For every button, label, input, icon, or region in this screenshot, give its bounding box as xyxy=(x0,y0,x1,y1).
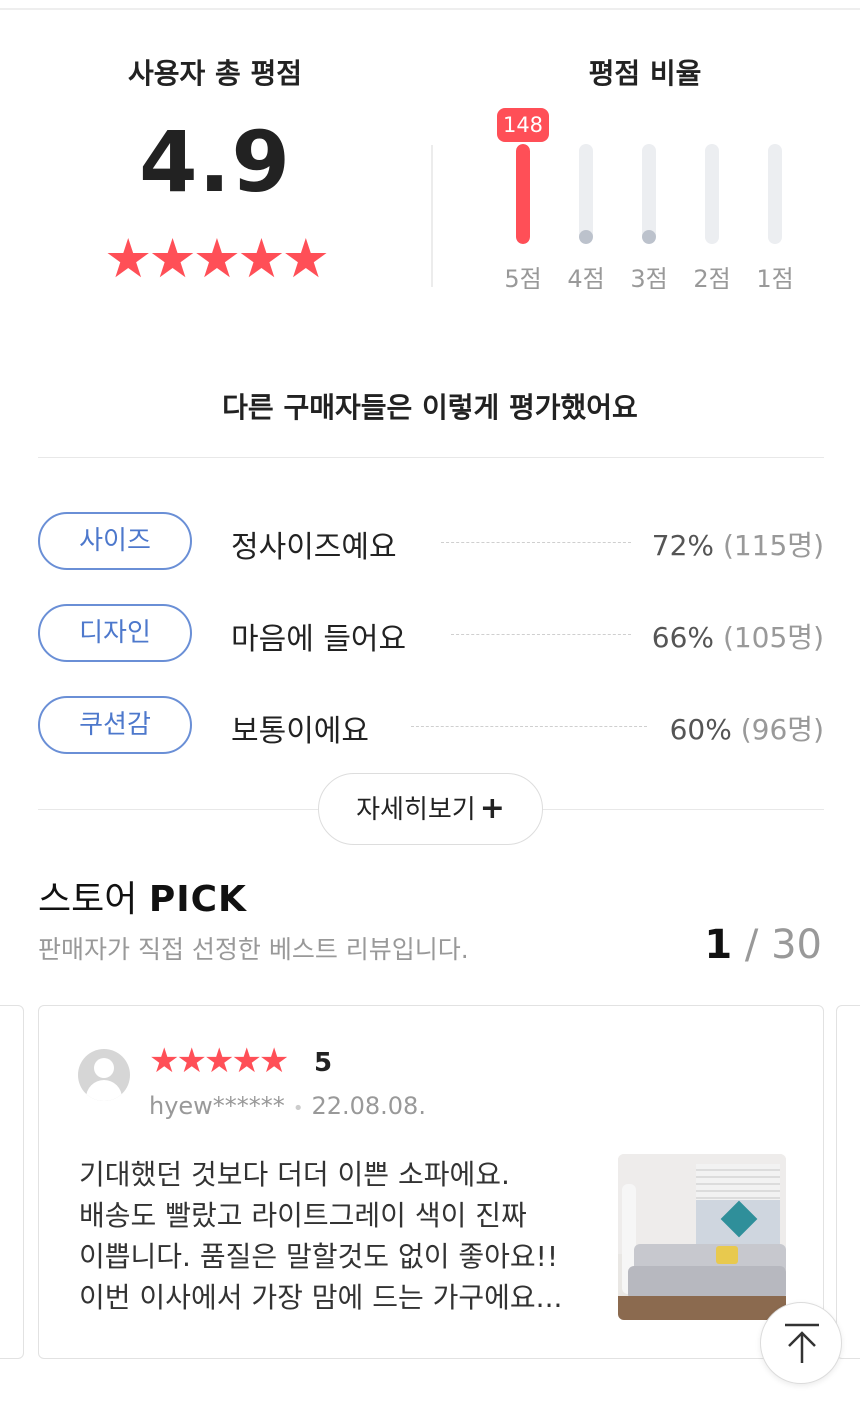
review-line: 이번 이사에서 가장 맘에 드는 가구에요... xyxy=(79,1281,563,1314)
pager-current: 1 xyxy=(704,922,733,968)
rating-bar-track xyxy=(642,144,656,244)
rating-bar-label: 5점 xyxy=(504,265,542,293)
pager-separator: / xyxy=(744,922,759,968)
rating-bar-fill xyxy=(579,230,593,244)
evaluation-row-cushion: 쿠션감 보통이에요 60% (96명) xyxy=(38,696,824,756)
evaluation-dotted-line xyxy=(411,726,647,727)
rating-bar-track xyxy=(768,144,782,244)
scroll-top-button[interactable] xyxy=(760,1302,842,1384)
evaluation-percent: 66% (105명) xyxy=(652,616,824,656)
store-pick-title: 스토어 PICK xyxy=(38,870,247,922)
review-date: 22.08.08. xyxy=(311,1092,426,1120)
review-stars-icon: ★★★★★ xyxy=(149,1041,289,1081)
review-photo[interactable] xyxy=(618,1154,786,1320)
evaluation-text: 정사이즈예요 xyxy=(231,530,397,565)
see-more-button[interactable]: 자세히보기 + xyxy=(318,773,543,845)
store-pick-subtitle: 판매자가 직접 선정한 베스트 리뷰입니다. xyxy=(38,935,469,964)
rating-bar-fill xyxy=(642,230,656,244)
review-score: 5 xyxy=(314,1048,333,1078)
total-rating-title: 사용자 총 평점 xyxy=(127,57,303,90)
evaluation-row-design: 디자인 마음에 들어요 66% (105명) xyxy=(38,604,824,664)
previous-review-card[interactable] xyxy=(0,1005,24,1359)
evaluation-title: 다른 구매자들은 이렇게 평가했어요 xyxy=(222,391,638,424)
rating-bar-label: 1점 xyxy=(756,265,794,293)
see-more-label: 자세히보기 xyxy=(356,795,476,825)
review-card[interactable]: ★★★★★ 5 hyew****** • 22.08.08. 기대했던 것보다 더더… xyxy=(38,1005,824,1359)
arrow-up-icon xyxy=(785,1323,819,1363)
total-rating-score: 4.9 xyxy=(139,113,291,211)
rating-bar-label: 4점 xyxy=(567,265,605,293)
evaluation-tag[interactable]: 쿠션감 xyxy=(38,696,192,754)
evaluation-tag[interactable]: 사이즈 xyxy=(38,512,192,570)
rating-bar-fill xyxy=(516,144,530,244)
rating-bar-track xyxy=(705,144,719,244)
avatar-body-shape xyxy=(86,1080,122,1101)
evaluation-text: 마음에 들어요 xyxy=(231,622,407,657)
evaluation-percent-value: 72% xyxy=(651,529,715,562)
top-divider xyxy=(0,8,860,10)
photo-pillow xyxy=(716,1246,738,1264)
evaluation-row-size: 사이즈 정사이즈예요 72% (115명) xyxy=(38,512,824,572)
rating-bar-track xyxy=(516,144,530,244)
store-pick-title-strong: PICK xyxy=(148,879,247,920)
photo-blind xyxy=(696,1164,780,1200)
rating-ratio-title: 평점 비율 xyxy=(588,57,702,90)
evaluation-text: 보통이에요 xyxy=(231,714,369,749)
review-meta: hyew****** • 22.08.08. xyxy=(149,1092,426,1120)
meta-separator-icon: • xyxy=(292,1098,304,1119)
photo-sofa-seat xyxy=(628,1266,786,1300)
plus-icon: + xyxy=(479,791,505,826)
evaluation-count: (96명) xyxy=(740,713,824,746)
evaluation-percent-value: 60% xyxy=(669,713,732,746)
top-count-badge: 148 xyxy=(497,108,549,142)
evaluation-dotted-line xyxy=(451,634,631,635)
total-rating-stars-icon: ★★★★★ xyxy=(103,227,330,290)
rating-bar-track xyxy=(579,144,593,244)
evaluation-percent: 60% (96명) xyxy=(670,708,824,748)
summary-divider xyxy=(431,145,433,287)
review-pager: 1 / 30 xyxy=(704,922,822,968)
store-pick-title-prefix: 스토어 xyxy=(38,879,138,920)
evaluation-tag[interactable]: 디자인 xyxy=(38,604,192,662)
rating-summary: 사용자 총 평점 4.9 ★★★★★ 평점 비율 148 5점 4점 3점 2점… xyxy=(0,40,860,300)
avatar-head-shape xyxy=(94,1058,114,1078)
evaluation-percent: 72% (115명) xyxy=(652,524,824,564)
pager-total: 30 xyxy=(771,922,822,968)
review-text: 기대했던 것보다 더더 이쁜 소파에요. 배송도 빨랐고 라이트그레이 색이 진… xyxy=(79,1154,599,1318)
evaluation-count: (105명) xyxy=(722,621,824,654)
review-line: 배송도 빨랐고 라이트그레이 색이 진짜 xyxy=(79,1199,527,1232)
evaluation-dotted-line xyxy=(441,542,631,543)
review-line: 기대했던 것보다 더더 이쁜 소파에요. xyxy=(79,1158,510,1191)
evaluation-percent-value: 66% xyxy=(651,621,715,654)
rating-bar-label: 3점 xyxy=(630,265,668,293)
evaluation-count: (115명) xyxy=(722,529,824,562)
evaluation-divider xyxy=(38,457,824,458)
review-line: 이쁩니다. 품질은 말할것도 없이 좋아요!! xyxy=(79,1240,559,1273)
rating-bar-label: 2점 xyxy=(693,265,731,293)
review-user: hyew****** xyxy=(149,1092,285,1120)
avatar xyxy=(78,1049,130,1101)
